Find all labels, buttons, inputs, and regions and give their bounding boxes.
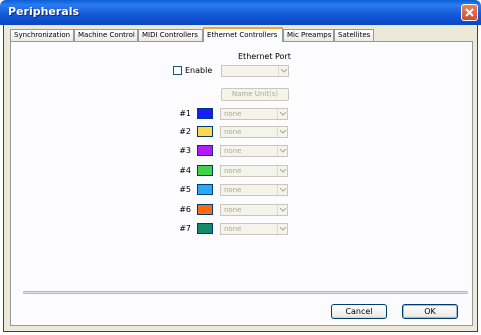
unit-color-swatch[interactable] (197, 204, 213, 215)
unit-select-value: none (224, 225, 242, 233)
unit-number: #3 (179, 146, 191, 155)
dropdown-arrow (277, 205, 287, 215)
unit-select[interactable]: none (220, 108, 288, 120)
unit-select-value: none (224, 128, 242, 136)
unit-color-swatch[interactable] (197, 184, 213, 195)
unit-select-value: none (224, 206, 242, 214)
close-button[interactable] (461, 4, 478, 21)
chevron-down-icon (280, 188, 286, 192)
unit-select[interactable]: none (220, 184, 288, 196)
unit-color-swatch[interactable] (197, 108, 213, 119)
unit-select[interactable]: none (220, 165, 288, 177)
cancel-button[interactable]: Cancel (331, 304, 387, 319)
tab-satellites[interactable]: Satellites (334, 29, 374, 41)
window-title: Peripherals (8, 5, 80, 18)
tab-ethernet-controllers[interactable]: Ethernet Controllers (203, 27, 283, 42)
dropdown-arrow (277, 146, 287, 156)
chevron-down-icon (280, 112, 286, 116)
unit-color-swatch[interactable] (197, 145, 213, 156)
tab-machine-control[interactable]: Machine Control (74, 29, 138, 41)
enable-label: Enable (185, 66, 213, 75)
chevron-down-icon (280, 169, 286, 173)
dropdown-arrow (277, 166, 287, 176)
tab-mic-preamps[interactable]: Mic Preamps (283, 29, 334, 41)
unit-select-value: none (224, 167, 242, 175)
unit-select-value: none (224, 186, 242, 194)
tab-synchronization[interactable]: Synchronization (10, 29, 74, 41)
unit-color-swatch[interactable] (197, 223, 213, 234)
unit-select-value: none (224, 147, 242, 155)
dropdown-arrow (277, 127, 287, 137)
unit-number: #7 (179, 224, 191, 233)
dropdown-arrow (278, 66, 288, 76)
enable-checkbox[interactable] (173, 66, 182, 75)
unit-select[interactable]: none (220, 126, 288, 138)
unit-select[interactable]: none (220, 204, 288, 216)
unit-color-swatch[interactable] (197, 126, 213, 137)
unit-number: #1 (179, 109, 191, 118)
ethernet-port-select[interactable] (221, 65, 289, 77)
unit-select[interactable]: none (220, 223, 288, 235)
progress-divider (23, 291, 468, 294)
chevron-down-icon (280, 130, 286, 134)
unit-number: #2 (179, 127, 191, 136)
unit-number: #4 (179, 166, 191, 175)
name-units-button[interactable]: Name Unit(s) (221, 88, 289, 101)
dropdown-arrow (277, 185, 287, 195)
title-bar[interactable]: Peripherals (0, 0, 481, 25)
dropdown-arrow (277, 109, 287, 119)
chevron-down-icon (280, 227, 286, 231)
chevron-down-icon (280, 208, 286, 212)
ok-button[interactable]: OK (402, 304, 458, 319)
dropdown-arrow (277, 224, 287, 234)
unit-select-value: none (224, 110, 242, 118)
close-icon (465, 8, 474, 17)
unit-number: #5 (179, 185, 191, 194)
unit-select[interactable]: none (220, 145, 288, 157)
chevron-down-icon (281, 69, 287, 73)
unit-color-swatch[interactable] (197, 165, 213, 176)
ethernet-port-label: Ethernet Port (238, 52, 291, 61)
chevron-down-icon (280, 149, 286, 153)
peripherals-dialog: Peripherals Synchronization Machine Cont… (0, 0, 481, 335)
tab-midi-controllers[interactable]: MIDI Controllers (138, 29, 203, 41)
unit-number: #6 (179, 205, 191, 214)
